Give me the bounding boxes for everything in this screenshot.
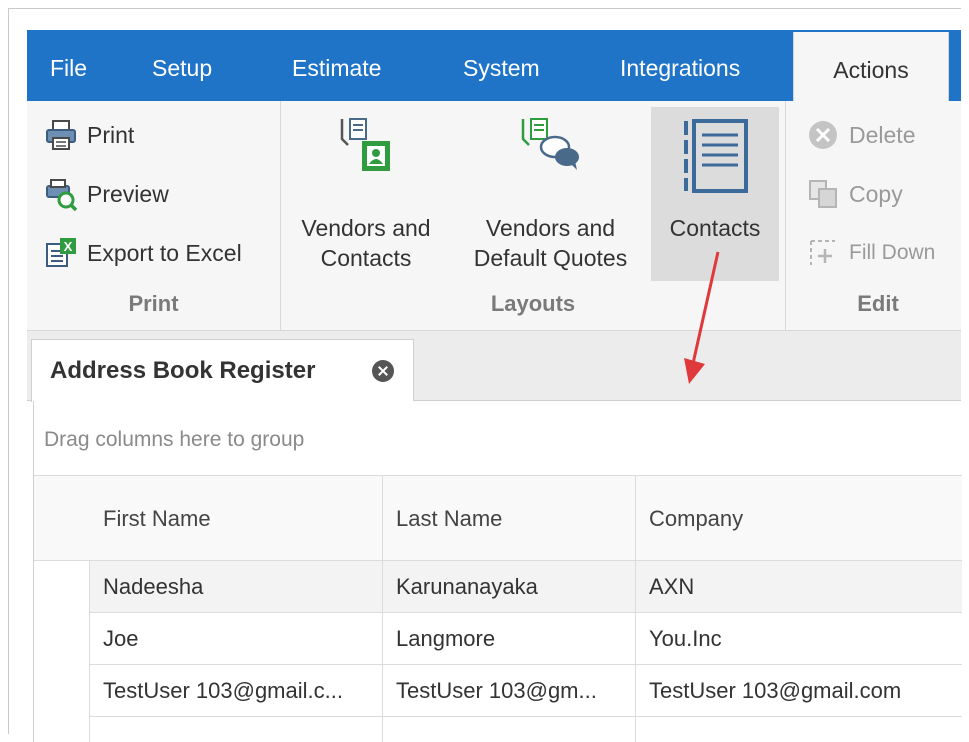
contacts-list-icon [680, 117, 750, 202]
cell-company[interactable]: You.Inc [636, 613, 962, 665]
column-header-last-name[interactable]: Last Name [383, 476, 636, 561]
vendors-and-default-quotes-label-line2: Default Quotes [473, 245, 628, 271]
cell-text: You.Inc [649, 626, 722, 651]
export-to-excel-button[interactable]: X Export to Excel [43, 233, 242, 273]
delete-button[interactable]: Delete [805, 115, 915, 155]
print-label: Print [87, 121, 135, 148]
cell-last-name[interactable]: Karunanayaka [383, 561, 636, 613]
ribbon-tab-bar: File Setup Estimate System Integrations … [27, 30, 961, 101]
delete-label: Delete [849, 121, 916, 148]
column-header-label: Last Name [396, 506, 503, 531]
preview-label: Preview [87, 180, 169, 207]
copy-label: Copy [849, 180, 903, 207]
cell-text: AXN [649, 574, 695, 599]
address-book-grid: Drag columns here to group First Name La… [33, 401, 962, 742]
cell-text: TestUser 103@gm... [396, 678, 597, 703]
cell-first-name[interactable]: Nadeesha [90, 561, 383, 613]
print-group-label: Print [128, 291, 179, 316]
group-by-panel[interactable]: Drag columns here to group [34, 401, 962, 476]
vendors-quotes-icon [519, 115, 583, 180]
cell-last-name[interactable]: Langmore [383, 613, 636, 665]
vendors-and-contacts-button[interactable]: Vendors and Contacts [291, 101, 441, 281]
column-header-company[interactable]: Company [636, 476, 962, 561]
cell-first-name[interactable]: Joe [90, 613, 383, 665]
print-button[interactable]: Print [43, 115, 134, 155]
group-panel-hint: Drag columns here to group [44, 428, 305, 451]
excel-export-icon: X [43, 235, 79, 271]
vendors-and-contacts-label-line2: Contacts [320, 245, 412, 271]
cell-last-name[interactable]: TestUser 103@gm... [383, 665, 636, 717]
annotation-arrow-icon [684, 251, 720, 384]
cell-text: TestUser 103@gmail.c... [103, 678, 343, 703]
tab-system[interactable]: System [463, 30, 540, 101]
vendors-and-default-quotes-button[interactable]: Vendors and Default Quotes [458, 101, 643, 281]
cell-last-name[interactable] [383, 717, 636, 742]
cell-text: Karunanayaka [396, 574, 538, 599]
close-icon[interactable] [372, 360, 394, 382]
row-indicator-column [34, 476, 90, 742]
cell-text: Langmore [396, 626, 496, 651]
column-header-first-name[interactable]: First Name [90, 476, 383, 561]
fill-down-label: Fill Down [849, 241, 936, 264]
fill-down-icon [805, 235, 841, 271]
tab-address-book-register[interactable]: Address Book Register [31, 339, 414, 402]
tab-estimate[interactable]: Estimate [292, 30, 381, 101]
contacts-label: Contacts [669, 215, 761, 241]
cell-text: Joe [103, 626, 139, 651]
cell-text: Nadeesha [103, 574, 204, 599]
delete-icon [805, 117, 841, 153]
vendors-contacts-icon [338, 115, 394, 180]
indicator-header [34, 476, 90, 561]
cell-text: TestUser 103@gmail.com [649, 678, 902, 703]
copy-button[interactable]: Copy [805, 174, 903, 214]
cell-company[interactable]: TestUser 103@gmail.com [636, 665, 962, 717]
tab-integrations[interactable]: Integrations [620, 30, 740, 101]
edit-group-label: Edit [857, 291, 899, 316]
preview-button[interactable]: Preview [43, 174, 169, 214]
cell-first-name[interactable] [90, 717, 383, 742]
svg-text:X: X [64, 239, 73, 254]
vendors-and-contacts-label-line1: Vendors and [301, 215, 431, 241]
document-tab-strip: Address Book Register [27, 331, 961, 402]
fill-down-button[interactable]: Fill Down [805, 233, 935, 273]
document-tab-title: Address Book Register [50, 357, 316, 384]
column-header-label: First Name [103, 506, 211, 531]
tab-actions[interactable]: Actions [793, 32, 949, 101]
vendors-and-default-quotes-label-line1: Vendors and [485, 215, 616, 241]
tab-file[interactable]: File [50, 30, 87, 101]
cell-company[interactable] [636, 717, 962, 742]
tab-setup[interactable]: Setup [152, 30, 212, 101]
printer-icon [43, 117, 79, 153]
export-to-excel-label: Export to Excel [87, 239, 242, 266]
column-header-label: Company [649, 506, 744, 531]
ribbon: Print Preview X Export to Excel Print Ve… [27, 101, 961, 331]
print-preview-icon [43, 176, 79, 212]
cell-first-name[interactable]: TestUser 103@gmail.c... [90, 665, 383, 717]
cell-company[interactable]: AXN [636, 561, 962, 613]
copy-icon [805, 176, 841, 212]
